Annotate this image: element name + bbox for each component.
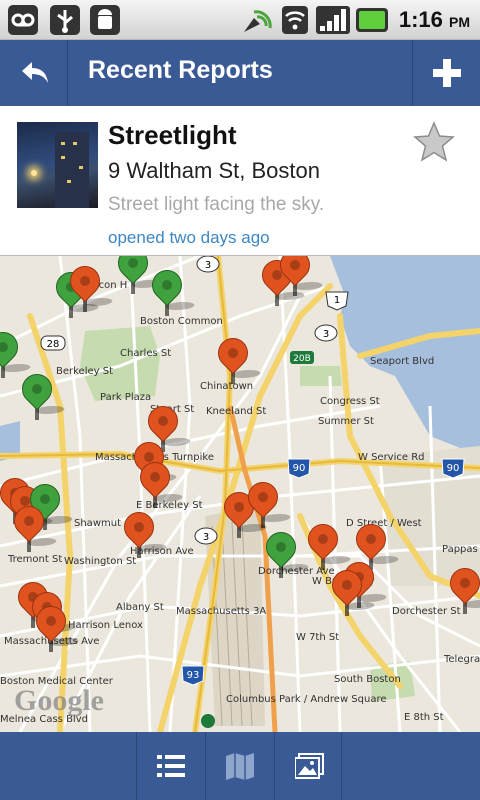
open-report-pin[interactable] [133,455,186,510]
map-icon [226,753,254,780]
map-label: Tremont St [8,554,63,565]
clock-ampm: PM [449,14,470,30]
back-arrow-icon [22,62,48,83]
route-28-shield: 28 [47,339,60,350]
svg-text:90: 90 [447,463,460,474]
map-label: Shawmut [74,518,121,529]
list-icon [157,755,185,777]
gps-icon [244,10,272,32]
clock-time: 1:16 [398,7,443,32]
map-label: Harrison Lenox [68,620,143,631]
google-attribution: Google [14,684,104,717]
map-label: Charles St [120,348,172,359]
open-report-pin[interactable] [29,599,82,654]
page-title: Recent Reports [88,56,273,84]
open-report-pin[interactable] [117,505,170,560]
voicemail-icon [8,5,38,35]
open-report-pin[interactable] [301,517,354,572]
battery-icon [356,8,388,32]
report-title: Streetlight [108,120,237,150]
gallery-button[interactable] [274,732,342,800]
action-bar: Recent Reports [0,40,480,106]
status-bar: 1:16 PM [0,0,480,40]
open-report-pin[interactable] [63,259,116,314]
report-address: 9 Waltham St, Boston [108,158,320,183]
map-view-button[interactable] [205,732,273,800]
plus-icon [433,59,461,87]
map-label: South Boston [334,674,401,685]
map-label: W 7th St [296,632,340,643]
closed-report-pin[interactable] [0,325,34,380]
bottom-toolbar [0,732,480,800]
map-label: Park Plaza [100,392,152,403]
map-label: Columbus Park / Andrew Square [226,694,387,705]
android-debug-icon [90,5,120,35]
list-view-button[interactable] [136,732,204,800]
map-label: Massachusetts 3A [176,606,267,617]
map-label: Congress St [320,396,380,407]
svg-text:20B: 20B [293,354,311,364]
open-report-pin[interactable] [7,499,60,554]
star-icon[interactable] [412,120,456,164]
map-label: Albany St [116,602,164,613]
back-button[interactable] [0,40,68,106]
svg-text:3: 3 [323,329,329,340]
svg-text:90: 90 [293,463,306,474]
map-label: Telegraph [444,654,480,665]
open-report-pin[interactable] [443,561,480,616]
map-label: E 8th St [404,712,444,723]
clock: 1:16 PM [399,7,470,33]
closed-report-pin[interactable] [259,525,312,580]
open-report-pin[interactable] [241,475,294,530]
usb-icon [50,5,80,35]
wifi-icon [282,6,308,34]
map-label: Berkeley St [56,366,114,377]
map-label: W Service Rd [358,452,425,463]
map-label: Summer St [318,416,374,427]
open-report-pin[interactable] [325,563,378,618]
report-card[interactable]: Streetlight 9 Waltham St, Boston Street … [0,106,480,256]
map-label: Seaport Blvd [370,356,435,367]
svg-text:93: 93 [187,670,200,681]
map-label: Pappas Way [442,544,480,555]
open-report-pin[interactable] [211,331,264,386]
report-status: opened two days ago [108,228,270,247]
closed-report-pin[interactable] [111,256,164,296]
report-description: Street light facing the sky. [108,194,325,215]
report-photo-thumbnail[interactable] [17,122,98,208]
open-report-pin[interactable] [273,256,326,298]
svg-text:1: 1 [334,295,340,306]
add-report-button[interactable] [412,40,480,106]
photo-icon [295,753,324,779]
closed-report-pin[interactable] [145,263,198,318]
svg-text:3: 3 [205,260,211,271]
closed-report-pin[interactable] [15,367,68,422]
map-label: Kneeland St [206,406,267,417]
reports-map[interactable]: 28 1 3 20B 90 90 3 93 3 Boston Common Pa… [0,256,480,732]
svg-text:3: 3 [203,532,209,543]
signal-icon [316,6,350,34]
